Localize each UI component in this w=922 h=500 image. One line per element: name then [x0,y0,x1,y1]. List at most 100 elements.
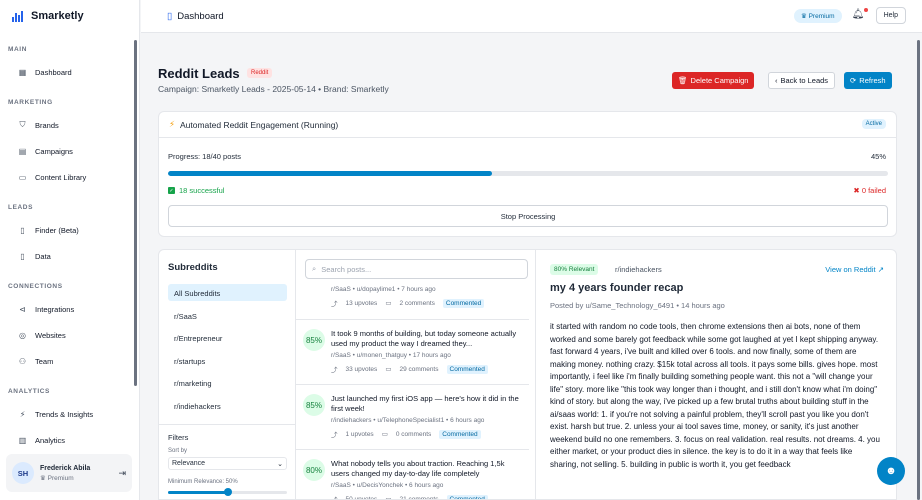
upvote-count: 1 upvotes [345,430,374,438]
upvote-icon: ⤴ [331,432,338,439]
subreddit-item[interactable]: All Subreddits [168,284,287,301]
detail-body: it started with random no code tools, th… [550,322,880,469]
sidebar-item-label: Content Library [35,172,87,182]
post-item[interactable]: r/SaaS • u/dopaylime1 • 7 hours ago ⤴ 13 u… [296,284,529,320]
message-icon: ▭ [18,172,27,182]
success-count: ✓ 18 successful [168,186,225,195]
sort-label: Sort by [168,448,188,454]
progress-fill [168,171,492,176]
calendar-icon: ▤ [18,146,27,156]
sidebar-item-brands[interactable]: ⛉ Brands [0,112,139,138]
sidebar-item-data[interactable]: ▯ Data [0,243,139,269]
post-meta: r/SaaS • u/dopaylime1 • 7 hours ago [331,286,436,293]
sidebar-toggle-icon[interactable]: ▯ [167,11,172,22]
sort-select[interactable]: Relevance ⌄ [168,457,287,470]
sidebar-item-label: Campaigns [35,146,73,156]
refresh-button[interactable]: ⟳ Refresh [844,72,892,89]
sidebar: Smarketly MAIN ▦ Dashboard MARKETING ⛉ Brands… [0,0,140,500]
relevance-score: 80% [303,459,325,481]
sidebar-item-label: Brands [35,120,59,130]
engagement-card: ⚡︎ Automated Reddit Engagement (Running)… [158,111,897,237]
help-button[interactable]: Help [875,7,906,24]
share-icon: ⊲ [19,304,26,314]
sidebar-item-team[interactable]: ⚇ Team [0,348,139,374]
comment-count: 2 comments [399,299,435,307]
main-scrollbar[interactable] [917,40,920,500]
slider-thumb[interactable] [223,488,232,496]
subreddit-item[interactable]: r/SaaS [168,307,287,324]
subreddit-item[interactable]: r/Entrepreneur [168,329,287,346]
stop-processing-button[interactable]: Stop Processing [168,205,888,227]
upvote-count: 33 upvotes [345,365,378,373]
sidebar-scrollbar[interactable] [134,40,137,386]
app-logo[interactable]: Smarketly [0,0,139,32]
relevance-score: 85% [303,394,325,416]
post-detail: 80% Relevant r/indiehackers View on Redd… [536,250,896,499]
nav-section-title: LEADS [8,204,34,211]
sidebar-item-integrations[interactable]: ⊲ Integrations [0,296,139,322]
post-title: Just launched my first iOS app — here's … [331,394,519,413]
status-tag: Commented [439,429,481,439]
upvote-icon: ⤴ [331,494,338,499]
user-card[interactable]: SH Frederick Abila ♛ Premium ⇥ [6,454,132,492]
chevron-left-icon: ‹ [775,76,778,85]
post-item[interactable]: 85% It took 9 months of building, but tod… [296,320,529,385]
relevance-badge: 80% Relevant [550,264,599,275]
comment-icon: ▭ [381,431,388,438]
sidebar-item-trends-insights[interactable]: ⚡︎ Trends & Insights [0,401,139,427]
view-on-reddit-link[interactable]: View on Reddit ↗ [825,265,884,274]
sidebar-item-campaigns[interactable]: ▤ Campaigns [0,138,139,164]
engagement-title: Automated Reddit Engagement (Running) [179,119,339,130]
sidebar-item-dashboard[interactable]: ▦ Dashboard [0,59,139,85]
nav-section-title: MAIN [8,46,28,53]
filters-title: Filters [168,433,189,442]
post-item[interactable]: 80% What nobody tells you about traction.… [296,450,529,500]
notification-button[interactable]: 🔔︎ [851,7,868,23]
min-relevance-slider[interactable] [168,488,287,496]
comment-icon: ▭ [385,300,392,307]
logout-icon[interactable]: ⇥ [118,468,126,479]
sidebar-item-label: Finder (Beta) [35,225,79,235]
subreddit-item[interactable]: r/startups [168,352,287,369]
fail-count: ✖ 0 failed [853,186,886,195]
detail-meta: Posted by u/Same_Technology_6491 • 14 ho… [550,301,725,310]
back-to-leads-button[interactable]: ‹ Back to Leads [768,72,836,89]
search-input[interactable]: ⌕ Search posts... [305,259,528,279]
trash-icon: 🗑︎ [678,76,688,85]
check-icon: ✓ [168,187,175,194]
status-tag: Commented [442,298,485,308]
progress-label: Progress: 18/40 posts [168,152,241,161]
comment-icon: ▭ [385,496,392,500]
bell-icon: 🔔︎ [851,8,865,20]
progress-percent: 45% [870,152,886,161]
refresh-icon: ⟳ [850,76,857,85]
notification-dot [863,7,868,12]
upvote-icon: ⤴ [331,367,338,374]
sidebar-item-analytics[interactable]: ▥ Analytics [0,427,139,453]
sidebar-item-label: Integrations [35,304,75,314]
sidebar-item-websites[interactable]: ◎ Websites [0,322,139,348]
premium-badge[interactable]: ♛ Premium [793,8,842,23]
comment-icon: ▭ [385,366,392,373]
sidebar-item-content-library[interactable]: ▭ Content Library [0,164,139,190]
app-name: Smarketly [31,10,84,22]
status-tag: Commented [446,364,488,374]
sidebar-item-label: Trends & Insights [35,409,94,419]
subreddits-title: Subreddits [168,262,218,273]
topbar: ▯ Dashboard ♛ Premium 🔔︎ Help [141,0,922,33]
status-tag: Commented [446,494,488,499]
subreddit-item[interactable]: r/indiehackers [168,397,287,414]
grid-icon: ▦ [18,67,27,77]
sidebar-item-finder-beta[interactable]: ▯ Finder (Beta) [0,217,139,243]
subreddit-item[interactable]: r/marketing [168,374,287,391]
post-meta: r/SaaS • u/monen_thatguy • 17 hours ago [331,352,451,359]
subreddits-panel: Subreddits All Subreddits r/SaaS r/Entrepr… [159,250,296,499]
post-item[interactable]: 85% Just launched my first iOS app — here… [296,385,529,450]
nav-section-title: CONNECTIONS [8,283,63,290]
chat-assistant-button[interactable]: ☻ [877,457,905,485]
min-relevance-label: Minimum Relevance: 50% [168,479,238,485]
search-icon: ⌕ [312,264,317,273]
delete-campaign-button[interactable]: 🗑︎ Delete Campaign [672,72,755,89]
detail-title: my 4 years founder recap [550,282,684,294]
comment-count: 0 comments [395,430,432,438]
